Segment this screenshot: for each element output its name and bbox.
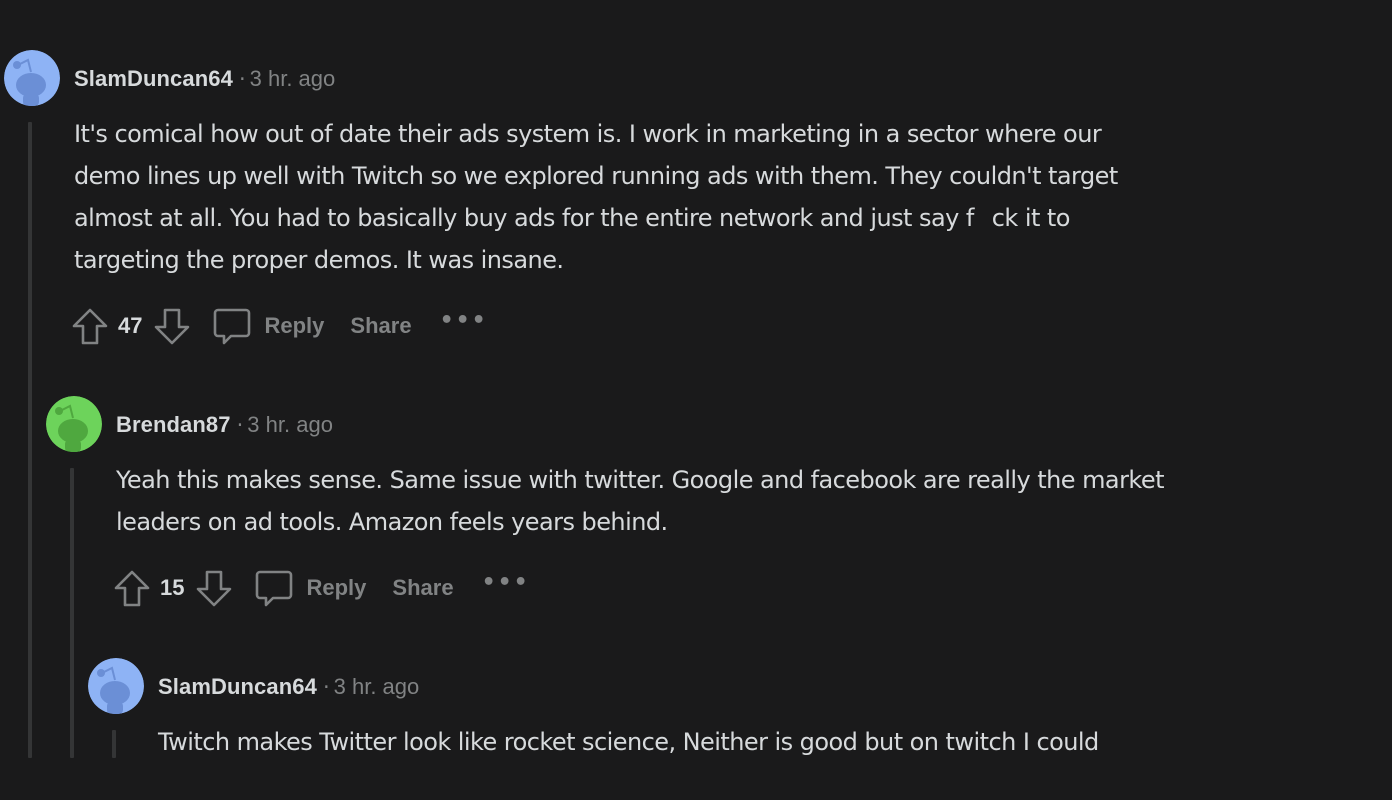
snoo-avatar-icon [4,50,60,106]
meta-separator: · [322,675,330,699]
comment-line: Twitch makes Twitter look like rocket sc… [158,728,1099,756]
comment-line: almost at all. You had to basically buy … [74,197,1118,239]
timestamp[interactable]: 3 hr. ago [334,674,420,699]
share-button[interactable]: Share [350,313,411,339]
comment-line: targeting the proper demos. It was insan… [74,246,564,274]
meta-separator: · [238,67,246,91]
upvote-arrow-icon [114,570,150,607]
snoo-avatar-icon [88,658,144,714]
comment-meta: SlamDuncan64 · 3 hr. ago [158,672,419,702]
comment-body: Twitch makes Twitter look like rocket sc… [158,721,1099,763]
upvote-button[interactable] [70,306,110,346]
comment-line: Yeah this makes sense. Same issue with t… [116,466,1165,494]
avatar[interactable] [46,396,102,452]
comment-body: It's comical how out of date their ads s… [74,113,1118,281]
comment-line: leaders on ad tools. Amazon feels years … [116,508,668,536]
avatar[interactable] [88,658,144,714]
reply-button[interactable]: Reply [254,568,366,608]
snoo-avatar-icon [46,396,102,452]
comment-actions: 15 Reply Share ••• [112,566,530,610]
comment-body: Yeah this makes sense. Same issue with t… [116,459,1165,543]
thread-line-level-1[interactable] [28,122,32,758]
reply-label: Reply [306,575,367,600]
more-options-button[interactable]: ••• [440,308,488,333]
meta-separator: · [236,413,244,437]
timestamp[interactable]: 3 hr. ago [250,66,336,91]
downvote-button[interactable] [152,306,192,346]
comment-line: It's comical how out of date their ads s… [74,120,1102,148]
reply-button[interactable]: Reply [212,306,324,346]
thread-line-level-3[interactable] [112,730,116,758]
comment-meta: SlamDuncan64 · 3 hr. ago [74,64,335,94]
share-button[interactable]: Share [392,575,453,601]
vote-count: 15 [160,575,185,600]
reply-label: Reply [264,313,325,338]
comment-bubble-icon [214,308,251,345]
downvote-button[interactable] [194,568,234,608]
upvote-button[interactable] [112,568,152,608]
comment-actions: 47 Reply Share ••• [70,304,488,348]
avatar[interactable] [4,50,60,106]
comment-text: ck it to [991,204,1071,232]
username-link[interactable]: SlamDuncan64 [158,674,317,699]
downvote-arrow-icon [197,570,232,607]
downvote-arrow-icon [155,308,190,345]
thread-line-level-2[interactable] [70,468,74,758]
comment-text: almost at all. You had to basically buy … [74,204,974,232]
comment-line: demo lines up well with Twitch so we exp… [74,162,1118,190]
username-link[interactable]: Brendan87 [116,412,231,437]
vote-count: 47 [118,313,143,338]
timestamp[interactable]: 3 hr. ago [247,412,333,437]
comment-bubble-icon [256,570,293,607]
more-options-button[interactable]: ••• [482,570,530,595]
username-link[interactable]: SlamDuncan64 [74,66,233,91]
upvote-arrow-icon [72,308,108,345]
comment-meta: Brendan87 · 3 hr. ago [116,410,333,440]
